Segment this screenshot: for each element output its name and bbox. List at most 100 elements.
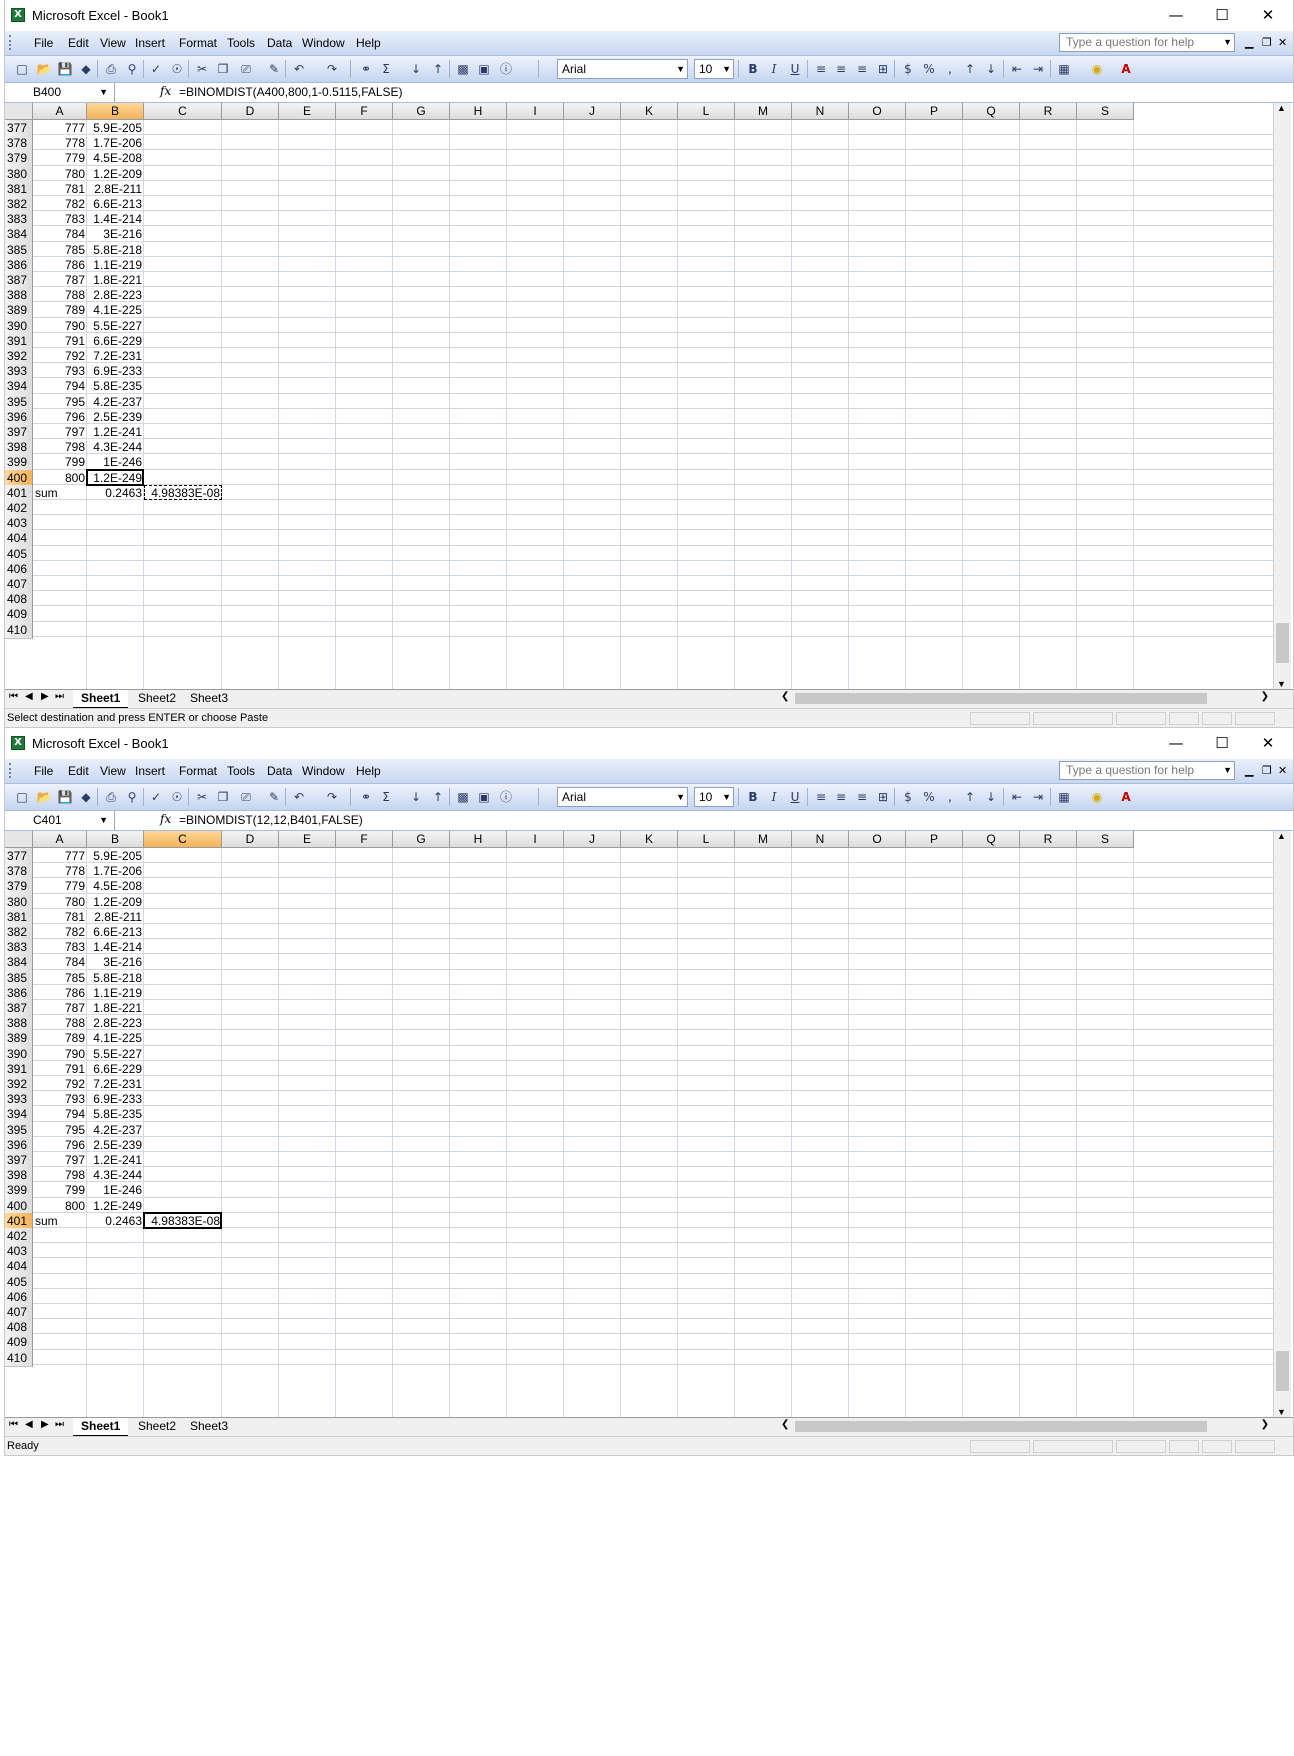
column-header-m[interactable]: M <box>735 831 792 848</box>
column-header-r[interactable]: R <box>1020 103 1077 120</box>
borders-icon[interactable]: ▦ <box>1055 60 1073 78</box>
prev-sheet-icon[interactable]: ◀ <box>25 691 33 702</box>
font-name-select[interactable]: Arial ▼ <box>557 787 688 807</box>
column-header-n[interactable]: N <box>792 103 849 120</box>
cell-a[interactable]: sum <box>33 485 87 502</box>
scroll-right-icon[interactable]: ❯ <box>1261 1419 1269 1430</box>
column-header-d[interactable]: D <box>222 103 279 120</box>
increase-indent-icon[interactable]: ⇥ <box>1029 788 1047 806</box>
insert-function-icon[interactable]: fx <box>160 84 171 98</box>
menu-file[interactable]: File <box>34 36 53 50</box>
column-header-b[interactable]: B <box>87 831 144 848</box>
autosum-icon[interactable]: Σ <box>377 788 395 806</box>
menu-file[interactable]: File <box>34 764 53 778</box>
menu-format[interactable]: Format <box>179 764 217 778</box>
column-header-g[interactable]: G <box>393 831 450 848</box>
menu-window[interactable]: Window <box>302 764 345 778</box>
formula-input[interactable]: =BINOMDIST(A400,800,1-0.5115,FALSE) <box>179 85 403 99</box>
menu-edit[interactable]: Edit <box>68 764 89 778</box>
comma-icon[interactable]: , <box>941 788 959 806</box>
autosum-icon[interactable]: Σ <box>377 60 395 78</box>
menu-view[interactable]: View <box>100 36 126 50</box>
permission-icon[interactable]: ◆ <box>77 60 95 78</box>
column-header-e[interactable]: E <box>279 831 336 848</box>
formula-input[interactable]: =BINOMDIST(12,12,B401,FALSE) <box>179 813 363 827</box>
column-header-f[interactable]: F <box>336 103 393 120</box>
cut-icon[interactable]: ✂ <box>193 60 211 78</box>
comma-icon[interactable]: , <box>941 60 959 78</box>
doc-restore-icon[interactable]: ❐ <box>1262 36 1272 49</box>
increase-decimal-icon[interactable]: ↑ <box>961 60 979 78</box>
save-icon[interactable]: 💾 <box>56 788 74 806</box>
print-icon[interactable]: ⎙ <box>102 60 120 78</box>
sort-descending-icon[interactable]: ↑ <box>429 788 447 806</box>
column-header-m[interactable]: M <box>735 103 792 120</box>
horizontal-scroll-thumb[interactable] <box>795 693 1207 704</box>
help-dropdown-icon[interactable]: ▼ <box>1223 34 1232 51</box>
column-header-n[interactable]: N <box>792 831 849 848</box>
decrease-decimal-icon[interactable]: ↓ <box>982 60 1000 78</box>
decrease-decimal-icon[interactable]: ↓ <box>982 788 1000 806</box>
menu-tools[interactable]: Tools <box>227 36 255 50</box>
spreadsheet-grid[interactable]: A B C D E F G H I J K L M N O P Q R S 377 777 5.9E-205 378 778 1… <box>5 103 1273 689</box>
column-header-l[interactable]: L <box>678 103 735 120</box>
prev-sheet-icon[interactable]: ◀ <box>25 1419 33 1430</box>
fill-color-icon[interactable]: ◉ <box>1088 788 1106 806</box>
vertical-scrollbar[interactable]: ▲ ▼ <box>1273 831 1291 1417</box>
column-header-j[interactable]: J <box>564 103 621 120</box>
chevron-down-icon[interactable]: ▼ <box>722 788 731 806</box>
research-icon[interactable]: ☉ <box>168 788 186 806</box>
column-header-i[interactable]: I <box>507 103 564 120</box>
first-sheet-icon[interactable]: ⏮ <box>9 1419 18 1430</box>
sheet-tab-sheet3[interactable]: Sheet3 <box>182 1418 236 1435</box>
sheet-tab-sheet2[interactable]: Sheet2 <box>130 690 184 707</box>
underline-button[interactable]: U <box>786 60 804 78</box>
vertical-scroll-thumb[interactable] <box>1276 1351 1289 1391</box>
hyperlink-icon[interactable]: ⚭ <box>357 788 375 806</box>
menu-format[interactable]: Format <box>179 36 217 50</box>
borders-icon[interactable]: ▦ <box>1055 788 1073 806</box>
new-icon[interactable]: □ <box>13 788 31 806</box>
help-icon[interactable]: ⓘ <box>497 60 515 78</box>
spelling-icon[interactable]: ✓ <box>147 60 165 78</box>
column-header-o[interactable]: O <box>849 103 906 120</box>
align-left-icon[interactable]: ≡ <box>812 60 830 78</box>
research-icon[interactable]: ☉ <box>168 60 186 78</box>
name-box[interactable]: B400 ▼ <box>5 83 115 102</box>
doc-close-icon[interactable]: ✕ <box>1278 36 1287 49</box>
menu-help[interactable]: Help <box>356 36 381 50</box>
maximize-icon[interactable]: ☐ <box>1199 728 1245 759</box>
merge-center-icon[interactable]: ⊞ <box>874 60 892 78</box>
help-search-input[interactable]: Type a question for help ▼ <box>1059 761 1235 780</box>
menu-insert[interactable]: Insert <box>135 764 165 778</box>
menu-view[interactable]: View <box>100 764 126 778</box>
underline-button[interactable]: U <box>786 788 804 806</box>
help-icon[interactable]: ⓘ <box>497 788 515 806</box>
italic-button[interactable]: I <box>765 788 783 806</box>
sheet-tab-sheet1[interactable]: Sheet1 <box>73 1418 129 1437</box>
minimize-icon[interactable]: — <box>1153 728 1199 759</box>
increase-indent-icon[interactable]: ⇥ <box>1029 60 1047 78</box>
paste-icon[interactable]: ⎚ <box>237 60 255 78</box>
doc-minimize-icon[interactable]: ▁ <box>1245 36 1253 49</box>
print-preview-icon[interactable]: ⚲ <box>123 60 141 78</box>
drawing-icon[interactable]: ▣ <box>475 60 493 78</box>
align-left-icon[interactable]: ≡ <box>812 788 830 806</box>
row-header[interactable]: 410 <box>5 1349 33 1367</box>
print-icon[interactable]: ⎙ <box>102 788 120 806</box>
font-size-select[interactable]: 10 ▼ <box>694 59 734 79</box>
permission-icon[interactable]: ◆ <box>77 788 95 806</box>
horizontal-scrollbar[interactable]: ❮ ❯ <box>779 1419 1273 1434</box>
column-header-f[interactable]: F <box>336 831 393 848</box>
spreadsheet-grid[interactable]: A B C D E F G H I J K L M N O P Q R S 377 777 5.9E-205 378 778 1… <box>5 831 1273 1417</box>
column-header-e[interactable]: E <box>279 103 336 120</box>
increase-decimal-icon[interactable]: ↑ <box>961 788 979 806</box>
sheet-tab-sheet3[interactable]: Sheet3 <box>182 690 236 707</box>
format-painter-icon[interactable]: ✎ <box>265 788 283 806</box>
scroll-right-icon[interactable]: ❯ <box>1261 691 1269 702</box>
open-icon[interactable]: 📂 <box>35 60 53 78</box>
chart-wizard-icon[interactable]: ▩ <box>454 788 472 806</box>
column-header-s[interactable]: S <box>1077 103 1134 120</box>
column-header-g[interactable]: G <box>393 103 450 120</box>
scroll-down-icon[interactable]: ▼ <box>1277 1407 1286 1417</box>
